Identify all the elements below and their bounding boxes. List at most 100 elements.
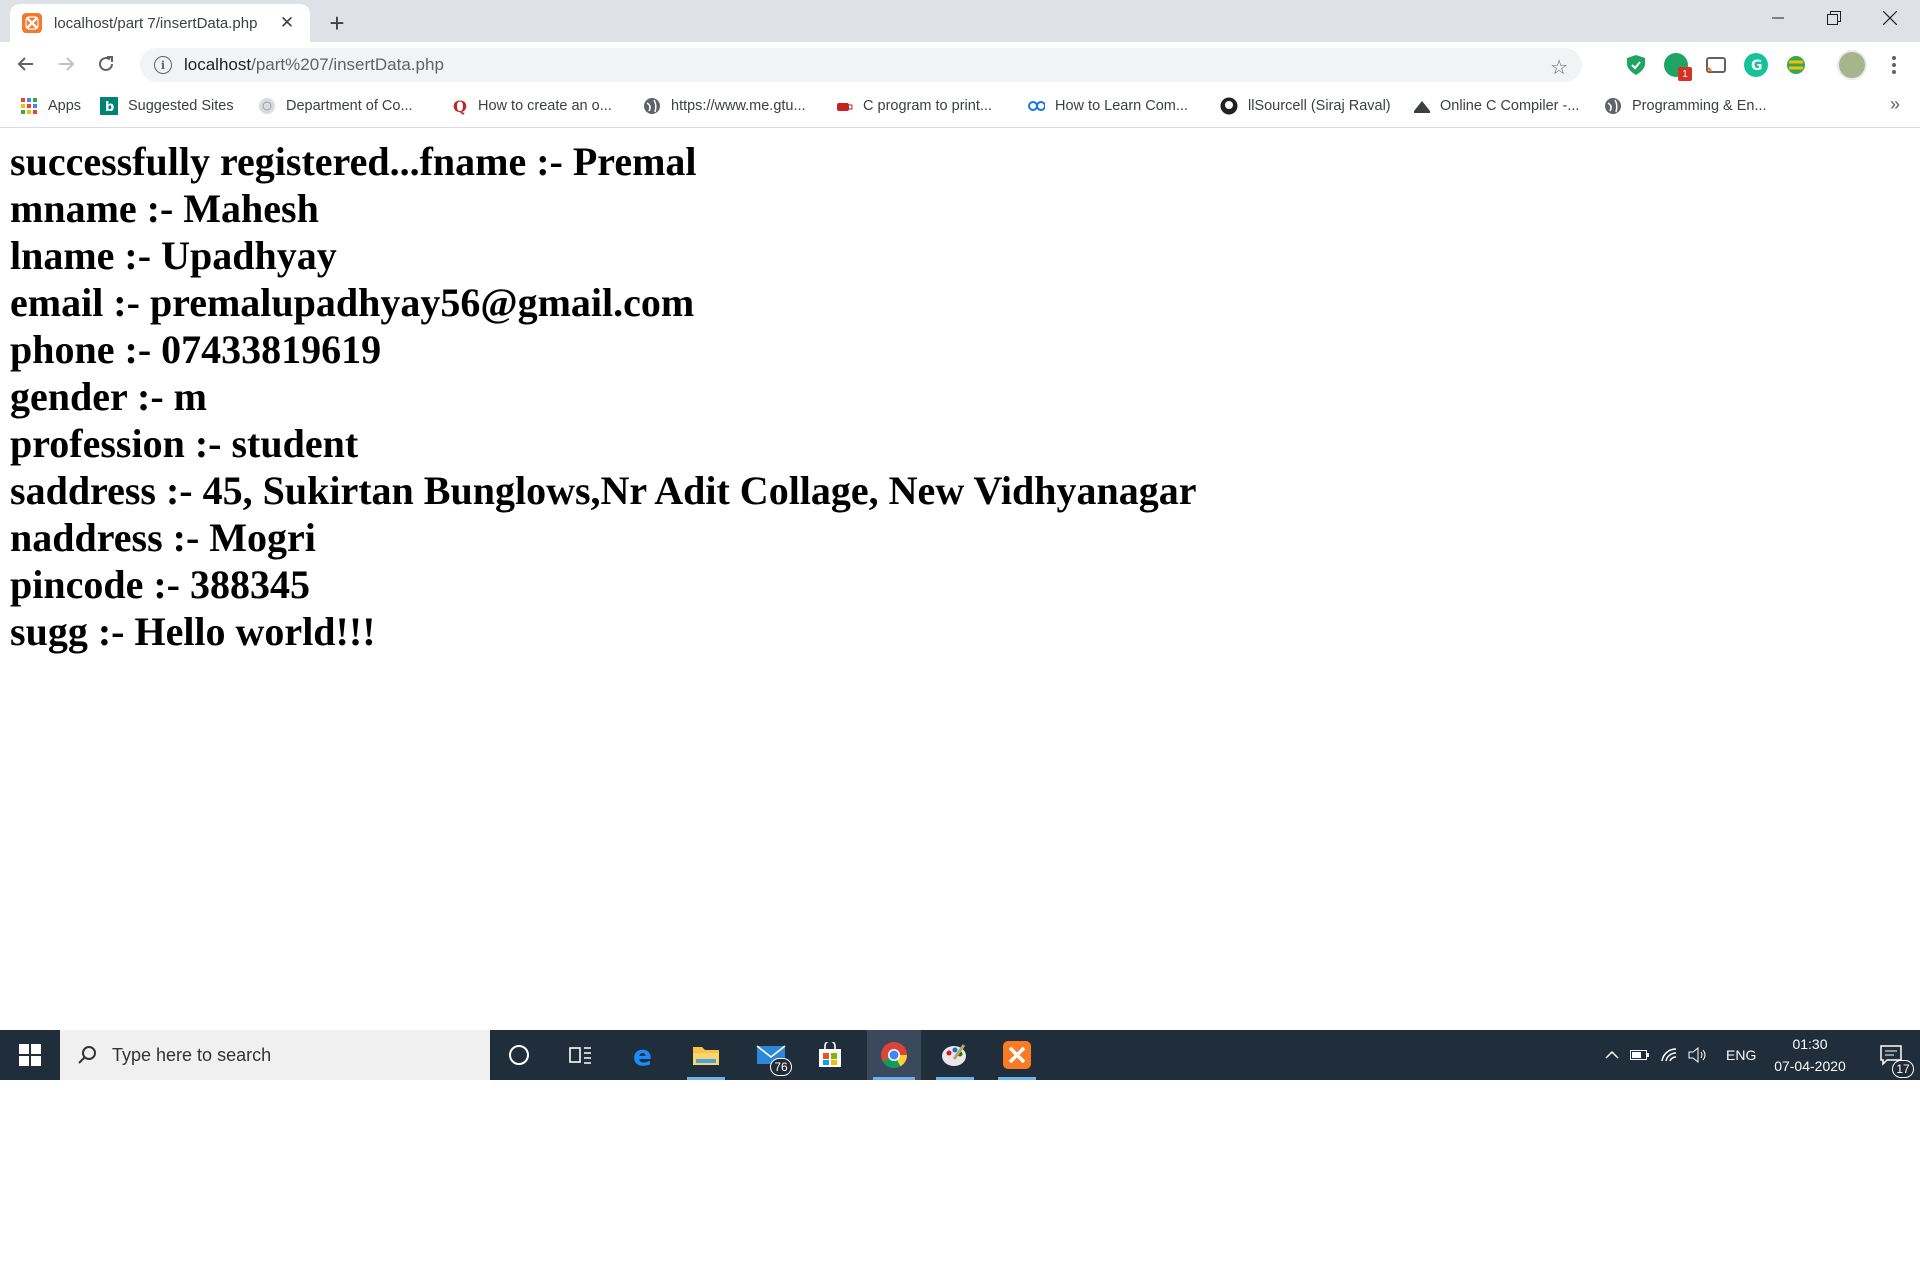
- running-indicator: [687, 1077, 725, 1080]
- bookmark-label: Programming & En...: [1632, 98, 1767, 114]
- tab-strip: localhost/part 7/insertData.php ✕ +: [0, 0, 1920, 42]
- xampp-icon: [1003, 1041, 1031, 1069]
- back-button[interactable]: [10, 48, 42, 80]
- windows-icon: [19, 1044, 41, 1066]
- cortana-icon: [509, 1045, 529, 1065]
- svg-text:e: e: [633, 1041, 652, 1069]
- taskbar-search-input[interactable]: Type here to search: [60, 1030, 490, 1080]
- bookmark-department[interactable]: Department of Co...: [258, 86, 413, 126]
- bookmark-programming[interactable]: Programming & En...: [1604, 86, 1767, 126]
- reload-button[interactable]: [90, 48, 122, 80]
- bookmark-label: How to create an o...: [478, 98, 612, 114]
- action-center-button[interactable]: 17: [1866, 1030, 1916, 1080]
- cup-icon: [835, 97, 853, 115]
- bookmark-how-to-create[interactable]: Q How to create an o...: [450, 86, 612, 126]
- compiler-icon: [1412, 97, 1430, 115]
- chrome-taskbar-app[interactable]: [867, 1030, 921, 1080]
- language-indicator[interactable]: ENG: [1726, 1047, 1756, 1063]
- bookmark-label: How to Learn Com...: [1055, 98, 1188, 114]
- reload-icon: [99, 56, 113, 71]
- svg-text:Q: Q: [453, 97, 467, 115]
- geeks-icon: [1027, 97, 1045, 115]
- clock-time: 01:30: [1792, 1036, 1828, 1052]
- info-icon[interactable]: i: [154, 56, 172, 74]
- globe-extension-icon[interactable]: [1784, 53, 1808, 77]
- response-line-profession: profession :- student: [10, 421, 359, 466]
- github-icon: [1220, 97, 1238, 115]
- forward-button[interactable]: [50, 48, 82, 80]
- bookmark-label: https://www.me.gtu...: [671, 98, 806, 114]
- quora-icon: Q: [450, 97, 468, 115]
- store-icon: [819, 1042, 841, 1067]
- minimize-icon: [1772, 17, 1784, 19]
- mail-badge: 76: [770, 1058, 792, 1076]
- response-line-sugg: sugg :- Hello world!!!: [10, 609, 376, 654]
- arrow-left-icon: [17, 57, 33, 71]
- bookmark-label: Suggested Sites: [128, 98, 234, 114]
- windows-taskbar: Type here to search e 76 ENG 01:30 07-04…: [0, 1030, 1920, 1080]
- response-line-pincode: pincode :- 388345: [10, 562, 310, 607]
- bookmark-llsourcell[interactable]: llSourcell (Siraj Raval): [1220, 86, 1391, 126]
- bookmark-online-c-compiler[interactable]: Online C Compiler -...: [1412, 86, 1579, 126]
- close-window-button[interactable]: [1862, 0, 1918, 36]
- notification-badge: 17: [1892, 1060, 1914, 1078]
- response-line-saddress: saddress :- 45, Sukirtan Bunglows,Nr Adi…: [10, 468, 1197, 513]
- shield-icon[interactable]: [1624, 53, 1648, 77]
- new-tab-button[interactable]: +: [322, 8, 352, 38]
- address-bar[interactable]: i localhost/part%207/insertData.php ☆: [140, 48, 1582, 82]
- browser-tab[interactable]: localhost/part 7/insertData.php ✕: [10, 4, 310, 42]
- url-path: /part%207/insertData.php: [251, 55, 444, 74]
- folder-icon: [693, 1047, 719, 1065]
- bookmark-label: C program to print...: [863, 98, 992, 114]
- response-line-email: email :- premalupadhyay56@gmail.com: [10, 280, 695, 325]
- wifi-icon[interactable]: [1656, 1047, 1684, 1063]
- battery-icon[interactable]: [1624, 1049, 1656, 1061]
- volume-icon[interactable]: [1684, 1047, 1712, 1063]
- globe-icon: [1604, 97, 1622, 115]
- bookmarks-bar: Apps b Suggested Sites Department of Co.…: [0, 86, 1920, 128]
- edge-taskbar-app[interactable]: e: [619, 1030, 669, 1080]
- chrome-icon: [881, 1042, 908, 1069]
- task-view-button[interactable]: [556, 1030, 606, 1080]
- star-icon[interactable]: ☆: [1550, 55, 1568, 80]
- system-clock[interactable]: 01:30 07-04-2020: [1760, 1030, 1860, 1080]
- extension-badge: 1: [1678, 67, 1692, 81]
- restore-button[interactable]: [1806, 0, 1862, 36]
- running-indicator: [873, 1077, 915, 1080]
- globe-icon: [258, 97, 276, 115]
- response-line-naddress: naddress :- Mogri: [10, 515, 316, 560]
- response-line-gender: gender :- m: [10, 374, 207, 419]
- close-icon: [1883, 11, 1897, 25]
- bookmark-gtu[interactable]: https://www.me.gtu...: [643, 86, 806, 126]
- tab-title: localhost/part 7/insertData.php: [54, 14, 258, 32]
- browser-toolbar: i localhost/part%207/insertData.php ☆ 1 …: [0, 42, 1920, 86]
- bookmark-label: Online C Compiler -...: [1440, 98, 1580, 114]
- paint-taskbar-app[interactable]: [930, 1030, 980, 1080]
- extension-icon[interactable]: 1: [1664, 53, 1692, 81]
- bookmarks-more-button[interactable]: »: [1890, 94, 1900, 115]
- xampp-taskbar-app[interactable]: [992, 1030, 1042, 1080]
- start-button[interactable]: [0, 1030, 60, 1080]
- store-taskbar-app[interactable]: [805, 1030, 855, 1080]
- mail-taskbar-app[interactable]: 76: [746, 1030, 796, 1080]
- tab-close-icon[interactable]: ✕: [276, 12, 298, 34]
- chevron-up-icon[interactable]: [1600, 1050, 1624, 1060]
- svg-text:G: G: [1751, 58, 1763, 74]
- bookmark-apps[interactable]: Apps: [20, 86, 81, 126]
- menu-icon[interactable]: [1880, 50, 1908, 80]
- bookmark-label: llSourcell (Siraj Raval): [1248, 98, 1391, 114]
- file-explorer-taskbar-app[interactable]: [681, 1030, 731, 1080]
- cast-icon[interactable]: [1704, 53, 1728, 77]
- bookmark-c-program[interactable]: C program to print...: [835, 86, 992, 126]
- minimize-button[interactable]: [1750, 0, 1806, 36]
- bookmark-how-to-learn[interactable]: How to Learn Com...: [1027, 86, 1188, 126]
- response-line-fname: successfully registered...fname :- Prema…: [10, 139, 697, 184]
- edge-icon: e: [633, 1041, 652, 1069]
- running-indicator: [998, 1077, 1036, 1080]
- avatar[interactable]: [1837, 50, 1867, 80]
- search-placeholder: Type here to search: [112, 1044, 272, 1065]
- running-indicator: [936, 1077, 974, 1080]
- bookmark-suggested-sites[interactable]: b Suggested Sites: [100, 86, 234, 126]
- grammarly-icon[interactable]: G: [1744, 53, 1768, 77]
- cortana-button[interactable]: [494, 1030, 544, 1080]
